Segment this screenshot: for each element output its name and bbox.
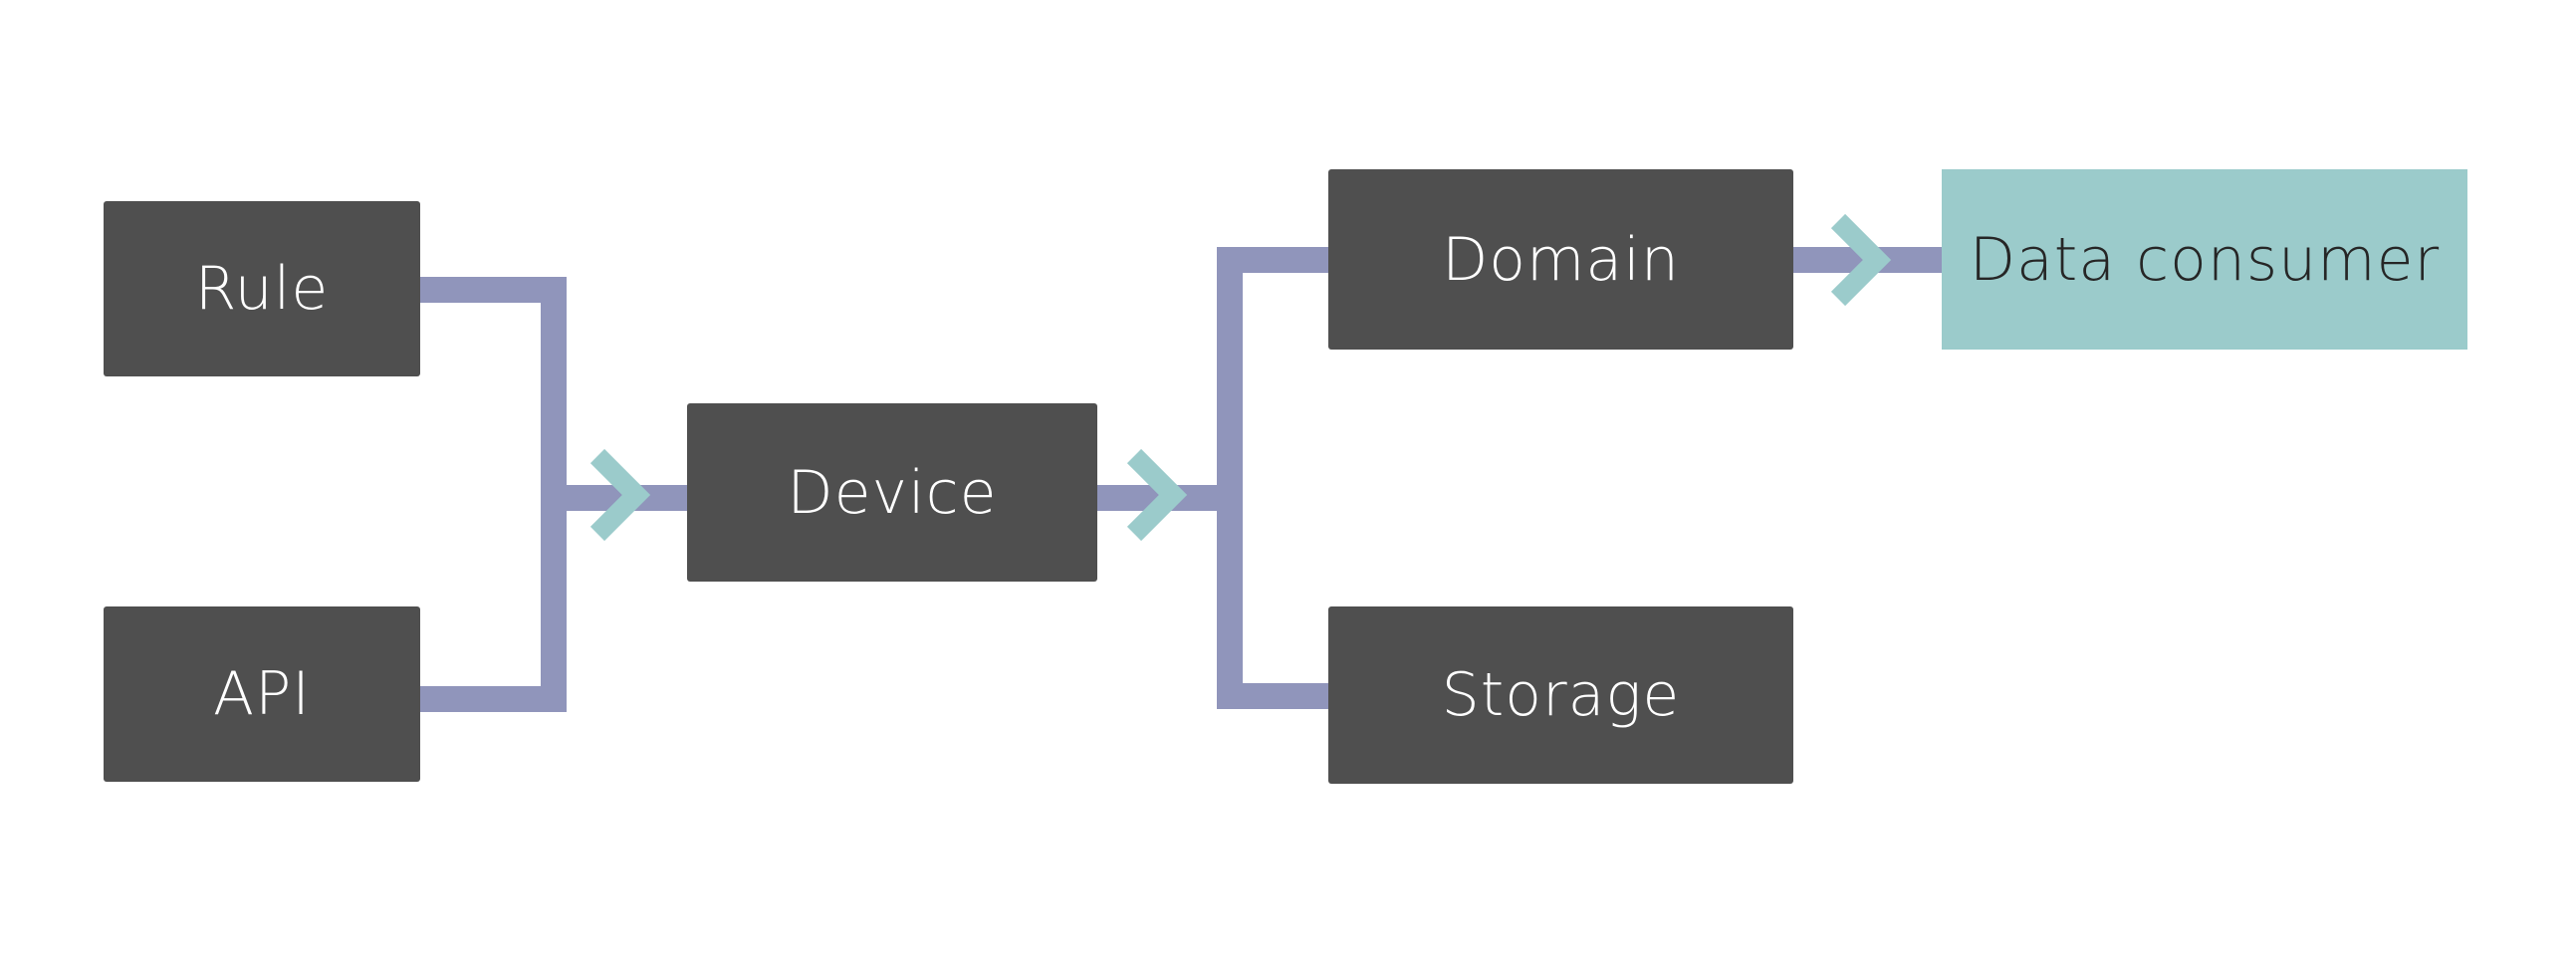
connector-device-to-storage bbox=[1217, 488, 1328, 709]
domain-box: Domain bbox=[1328, 169, 1793, 350]
connector-api-to-device bbox=[420, 489, 567, 712]
api-box: API bbox=[104, 606, 420, 782]
connector-rule-to-device bbox=[420, 277, 687, 511]
device-label: Device bbox=[787, 457, 998, 528]
rule-box: Rule bbox=[104, 201, 420, 376]
storage-label: Storage bbox=[1441, 660, 1681, 730]
rule-label: Rule bbox=[194, 254, 330, 324]
device-box: Device bbox=[687, 403, 1097, 582]
storage-box: Storage bbox=[1328, 606, 1793, 784]
api-label: API bbox=[213, 659, 311, 729]
domain-label: Domain bbox=[1442, 224, 1680, 295]
data-consumer-box: Data consumer bbox=[1942, 169, 2467, 350]
flow-diagram-canvas bbox=[420, 213, 1942, 712]
data-consumer-label: Data consumer bbox=[1969, 224, 2441, 295]
